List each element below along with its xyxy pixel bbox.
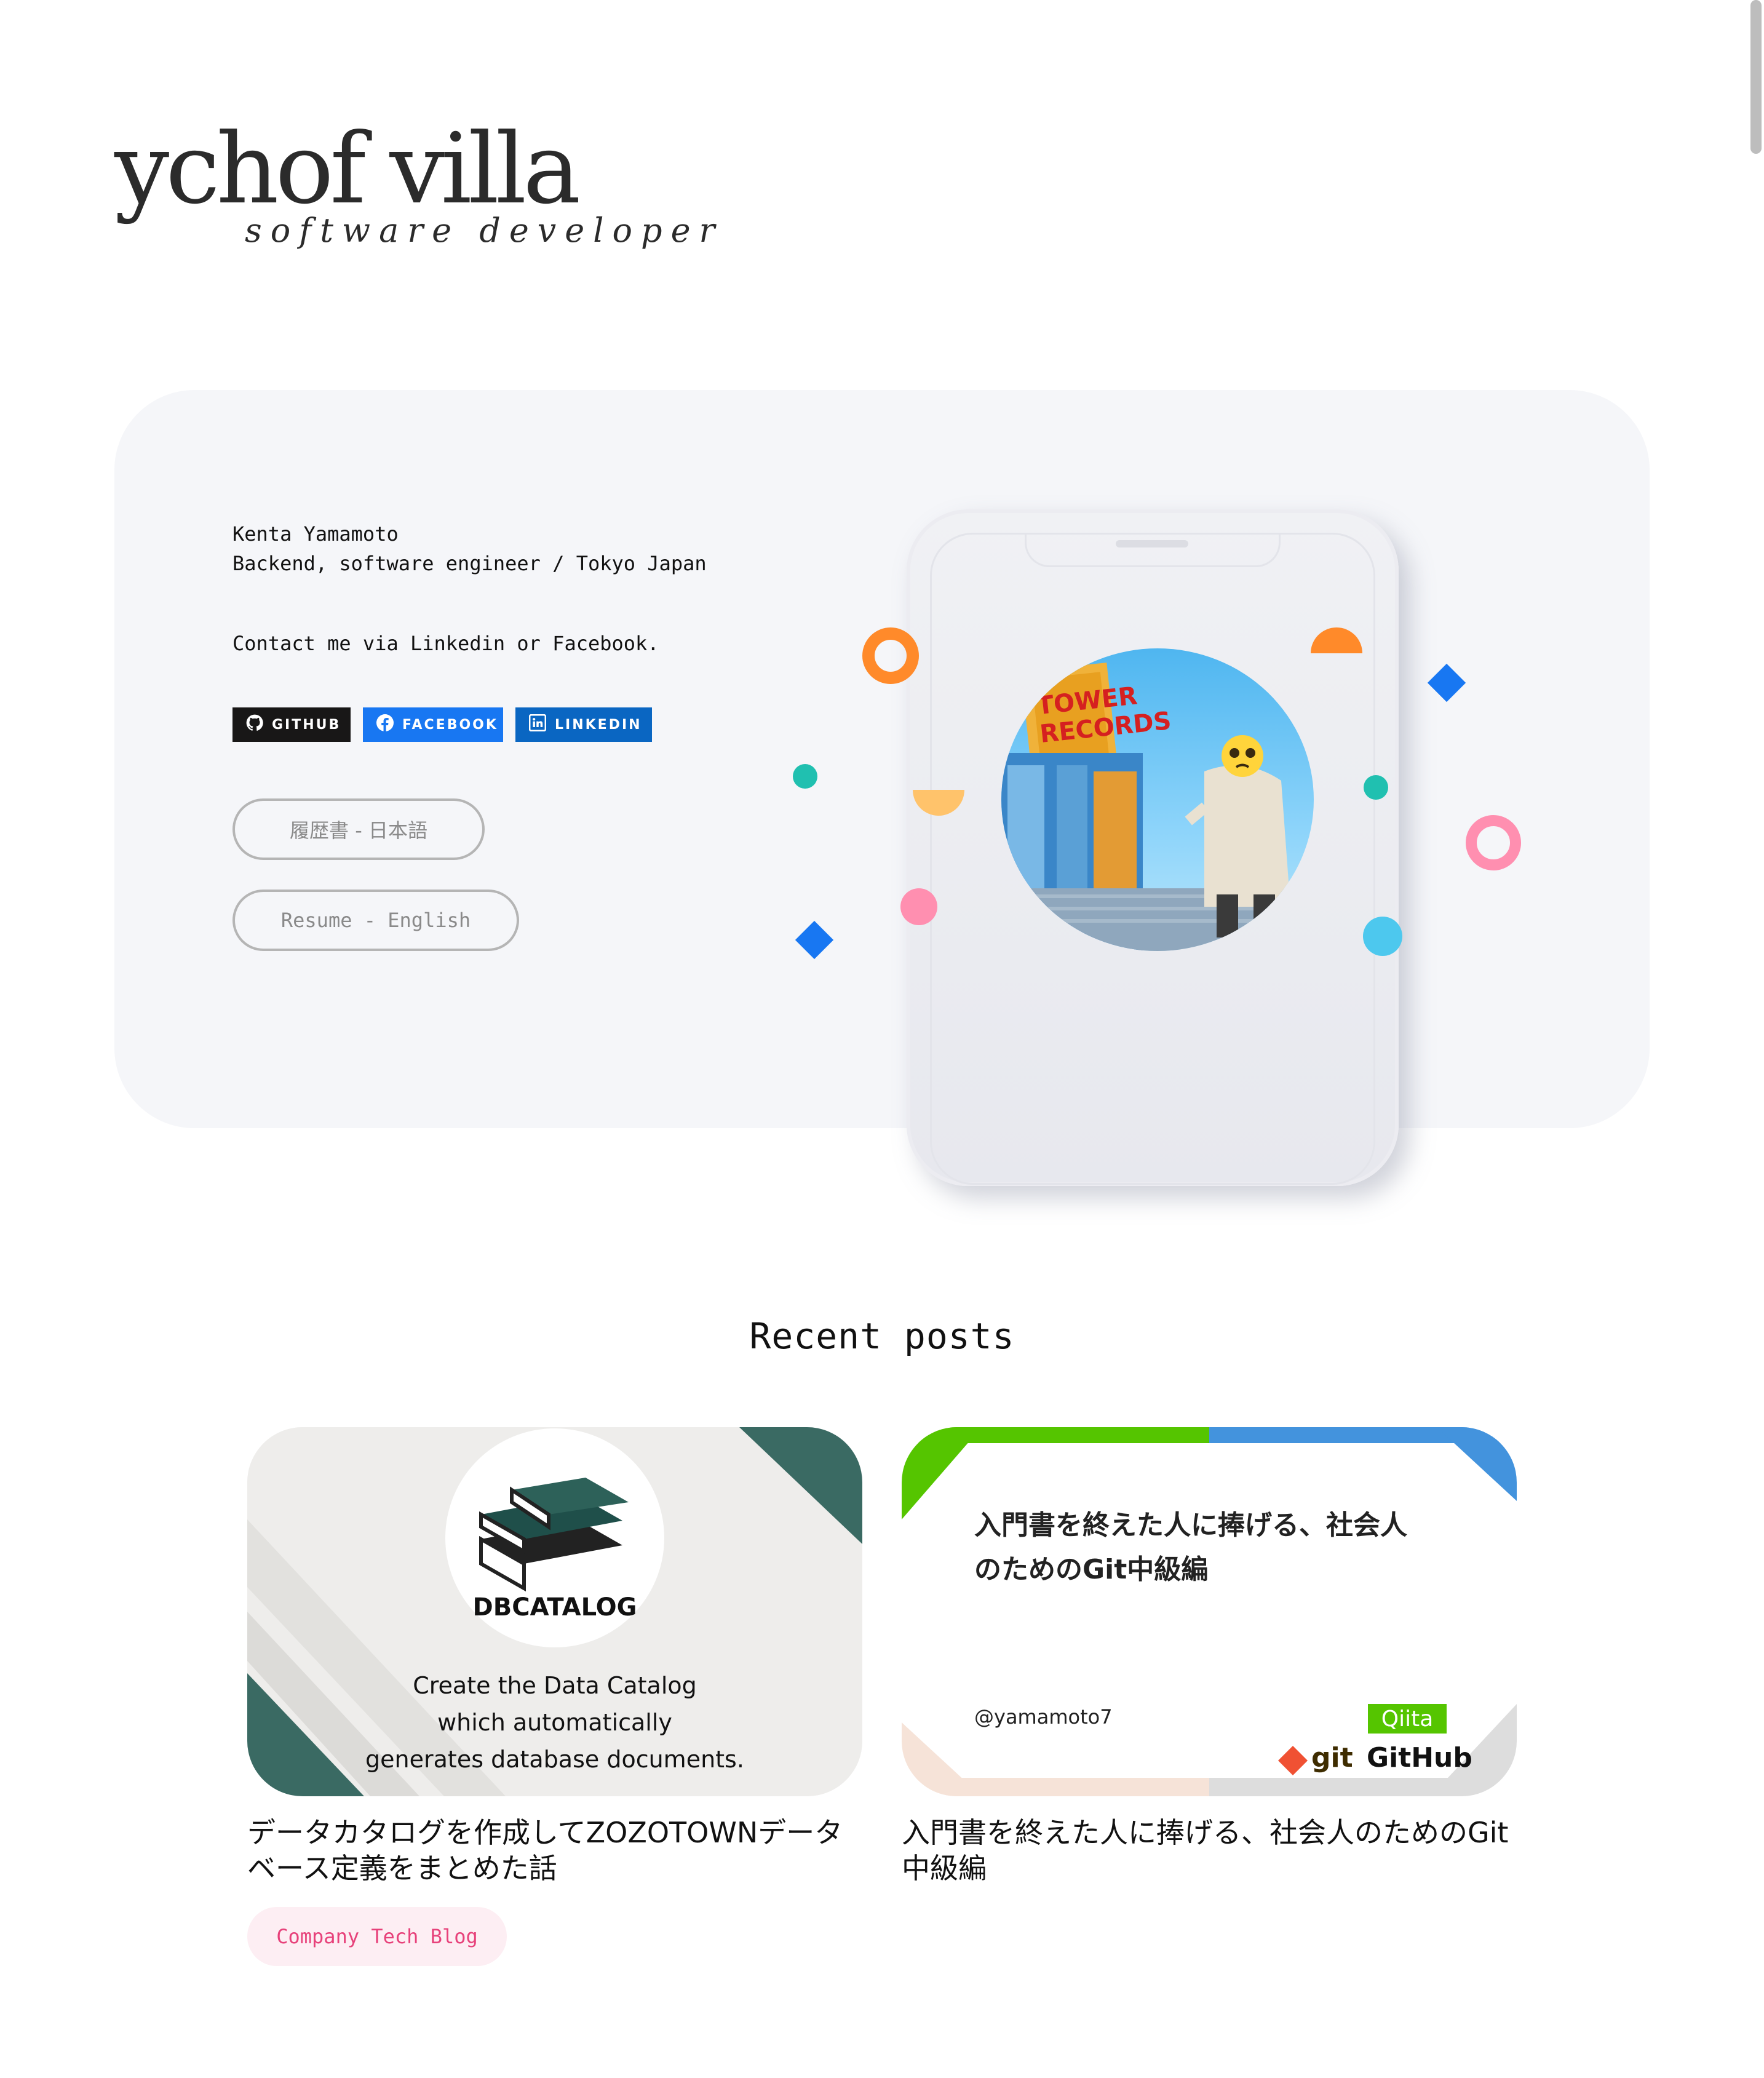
linkedin-icon [528,714,547,735]
thumbnail-line3: generates database documents. [365,1746,744,1773]
post-thumbnail-git[interactable]: 入門書を終えた人に捧げる、社会人 のためのGit中級編 @yamamoto7 Q… [902,1427,1517,1796]
linkedin-label: LINKEDIN [555,717,642,733]
dbcatalog-logo-text: DBCATALOG [472,1593,637,1622]
site-logo[interactable]: ychof villa [114,121,581,218]
resume-english-button[interactable]: Resume - English [232,890,519,951]
site-logo-subtitle: software developer [245,211,724,250]
github-icon [246,714,263,735]
github-logo: GitHub [1367,1742,1472,1773]
qiita-badge: Qiita [1381,1706,1434,1732]
phone-notch [1025,533,1281,567]
git-thumbnail-author: @yamamoto7 [974,1705,1113,1729]
scrollbar-thumb[interactable] [1750,0,1762,154]
git-thumbnail-heading-line2: のためのGit中級編 [974,1554,1209,1585]
git-logo: git [1311,1742,1353,1773]
profile-photo: TOWER RECORDS [1001,648,1314,951]
git-thumbnail-heading-line1: 入門書を終えた人に捧げる、社会人 [974,1510,1407,1541]
github-label: GITHUB [272,717,341,733]
linkedin-button[interactable]: LINKEDIN [515,707,652,742]
recent-posts-heading: Recent posts [749,1315,1015,1357]
post-tag-company-tech-blog[interactable]: Company Tech Blog [247,1907,507,1966]
facebook-button[interactable]: FACEBOOK [363,707,503,742]
thumbnail-line2: which automatically [437,1709,672,1736]
thumbnail-line1: Create the Data Catalog [413,1672,697,1699]
facebook-icon [376,714,394,735]
post-title-git[interactable]: 入門書を終えた人に捧げる、社会人のためのGit中級編 [902,1815,1523,1886]
facebook-label: FACEBOOK [402,717,498,733]
phone-speaker [1116,540,1188,547]
profile-role: Backend, software engineer / Tokyo Japan [232,552,707,575]
resume-japanese-button[interactable]: 履歴書 - 日本語 [232,798,485,860]
post-title-dbcatalog[interactable]: データカタログを作成してZOZOTOWNデータベース定義をまとめた話 [247,1815,868,1886]
contact-text: Contact me via Linkedin or Facebook. [232,632,659,655]
post-thumbnail-dbcatalog[interactable]: DBCATALOG Create the Data Catalog which … [247,1427,862,1796]
profile-name: Kenta Yamamoto [232,522,399,546]
github-button[interactable]: GITHUB [232,707,351,742]
